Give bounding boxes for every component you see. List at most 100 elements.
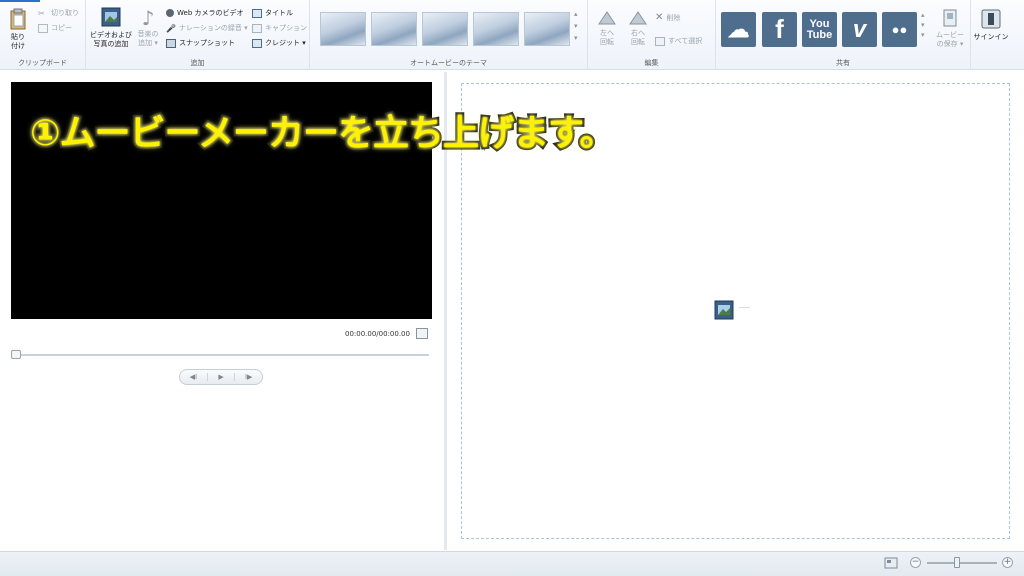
rotate-left-icon bbox=[598, 11, 616, 25]
add-music-label-1: 音楽の bbox=[137, 30, 159, 38]
seek-bar[interactable] bbox=[11, 354, 429, 356]
save-movie-label-1: ムービー bbox=[936, 31, 964, 39]
next-frame-button[interactable]: I▶ bbox=[234, 373, 262, 381]
clipboard-icon bbox=[10, 8, 26, 30]
film-photo-icon bbox=[101, 7, 121, 27]
rotate-left-button[interactable]: 左へ 回転 bbox=[596, 8, 618, 47]
add-media-icon[interactable] bbox=[714, 300, 734, 320]
fullscreen-preview-button[interactable] bbox=[416, 328, 428, 339]
onedrive-share-button[interactable]: ☁ bbox=[721, 12, 756, 47]
select-all-button[interactable]: すべて選択 bbox=[655, 36, 702, 46]
add-videos-photos-button[interactable]: ビデオおよび 写真の追加 bbox=[88, 6, 134, 49]
add-music-button[interactable]: ♪ 音楽の 追加 ▾ bbox=[135, 6, 161, 48]
paste-label-2: 付け bbox=[11, 42, 25, 50]
snapshot-label: スナップショット bbox=[179, 39, 235, 47]
rotate-left-label-1: 左へ bbox=[600, 29, 614, 37]
youtube-share-button[interactable]: You Tube bbox=[802, 12, 837, 47]
webcam-video-button[interactable]: Web カメラのビデオ bbox=[166, 8, 244, 18]
cut-label: 切り取り bbox=[51, 9, 79, 17]
select-all-icon bbox=[655, 36, 665, 46]
save-movie-label-2: の保存 ▾ bbox=[936, 40, 964, 48]
seek-thumb[interactable] bbox=[11, 350, 21, 359]
credits-label: クレジット ▾ bbox=[265, 39, 306, 47]
theme-thumb-1[interactable] bbox=[320, 12, 366, 46]
zoom-slider-thumb[interactable] bbox=[954, 557, 960, 568]
title-label: タイトル bbox=[265, 9, 293, 17]
copy-button[interactable]: コピー bbox=[38, 23, 72, 33]
play-button[interactable]: ▶ bbox=[206, 373, 235, 381]
timecode: 00:00.00/00:00.00 bbox=[345, 330, 410, 338]
zoom-out-button[interactable]: − bbox=[910, 557, 921, 568]
flickr-share-button[interactable]: ●● bbox=[882, 12, 917, 47]
zoom-in-button[interactable]: + bbox=[1002, 557, 1013, 568]
share-group: ☁ f You Tube v ●● ▴ ▾ ▾ ムービー の保存 ▾ 共有 bbox=[716, 0, 971, 70]
copy-icon bbox=[38, 23, 48, 33]
microphone-icon: 🎤 bbox=[166, 23, 176, 33]
delete-button[interactable]: ✕ 削除 bbox=[655, 12, 680, 23]
edit-group-label: 編集 bbox=[644, 59, 659, 67]
webcam-icon bbox=[166, 9, 174, 17]
paste-label-1: 貼り bbox=[11, 33, 25, 41]
flickr-icon: ●● bbox=[891, 22, 908, 37]
edit-group: 左へ 回転 右へ 回転 ✕ 削除 すべて選択 編集 bbox=[588, 0, 716, 70]
music-note-icon: ♪ bbox=[141, 6, 155, 30]
thumbnail-size-icon[interactable] bbox=[884, 557, 898, 569]
snapshot-icon bbox=[166, 38, 176, 48]
rotate-right-icon bbox=[629, 11, 647, 25]
facebook-share-button[interactable]: f bbox=[762, 12, 797, 47]
theme-thumb-3[interactable] bbox=[422, 12, 468, 46]
select-all-label: すべて選択 bbox=[668, 37, 703, 45]
rotate-right-label-2: 回転 bbox=[631, 38, 645, 46]
youtube-icon-top: You bbox=[809, 17, 830, 30]
theme-thumb-4[interactable] bbox=[473, 12, 519, 46]
add-group: ビデオおよび 写真の追加 ♪ 音楽の 追加 ▾ Web カメラのビデオ 🎤 ナレ… bbox=[86, 0, 310, 70]
caption-label: キャプション bbox=[265, 24, 307, 32]
rotate-left-label-2: 回転 bbox=[600, 38, 614, 46]
share-group-label: 共有 bbox=[836, 59, 850, 67]
tutorial-caption: ①ムービーメーカーを立ち上げます。 bbox=[27, 111, 617, 157]
save-movie-button[interactable]: ムービー の保存 ▾ bbox=[932, 8, 968, 49]
theme-thumb-5[interactable] bbox=[524, 12, 570, 46]
add-music-label-2: 追加 ▾ bbox=[138, 39, 158, 47]
zoom-slider[interactable] bbox=[927, 562, 997, 564]
signin-icon bbox=[981, 9, 1001, 29]
themes-scroll-up[interactable]: ▴ bbox=[574, 10, 578, 18]
clipboard-group: 貼り 付け ✂ 切り取り コピー クリップボード bbox=[0, 0, 86, 70]
cut-button[interactable]: ✂ 切り取り bbox=[38, 8, 79, 18]
delete-x-icon: ✕ bbox=[655, 12, 664, 23]
add-group-label: 追加 bbox=[190, 59, 205, 67]
playback-controls: ◀I ▶ I▶ bbox=[179, 369, 263, 385]
scissors-icon: ✂ bbox=[38, 8, 45, 18]
themes-scroll-down[interactable]: ▾ bbox=[574, 22, 578, 30]
title-icon bbox=[252, 8, 262, 18]
delete-label: 削除 bbox=[666, 13, 681, 22]
credits-icon bbox=[252, 38, 262, 48]
webcam-label: Web カメラのビデオ bbox=[177, 9, 244, 17]
add-videos-label-2: 写真の追加 bbox=[93, 40, 129, 48]
rotate-right-button[interactable]: 右へ 回転 bbox=[627, 8, 649, 47]
storyboard-hint: ────── bbox=[739, 306, 750, 310]
add-videos-label-1: ビデオおよび bbox=[90, 31, 132, 39]
previous-frame-button[interactable]: ◀I bbox=[180, 373, 207, 381]
facebook-icon: f bbox=[775, 14, 784, 44]
caption-button[interactable]: キャプション bbox=[252, 23, 307, 33]
title-button[interactable]: タイトル bbox=[252, 8, 293, 18]
caption-icon bbox=[252, 23, 262, 33]
paste-button[interactable]: 貼り 付け bbox=[5, 8, 31, 51]
ribbon: 貼り 付け ✂ 切り取り コピー クリップボード ビデオおよび 写真の追加 ♪ … bbox=[0, 0, 1024, 70]
clipboard-group-label: クリップボード bbox=[18, 59, 67, 67]
vimeo-share-button[interactable]: v bbox=[842, 12, 877, 47]
automovie-group-label: オートムービーのテーマ bbox=[410, 59, 487, 67]
cloud-icon: ☁ bbox=[727, 16, 750, 42]
status-bar bbox=[0, 551, 1024, 576]
themes-more[interactable]: ▾ bbox=[574, 34, 578, 42]
rotate-right-label-1: 右へ bbox=[631, 29, 645, 37]
record-narration-button[interactable]: 🎤 ナレーションの録音 ▾ bbox=[166, 23, 248, 33]
save-movie-icon bbox=[943, 9, 957, 27]
share-scroll[interactable]: ▴ ▾ ▾ bbox=[921, 10, 925, 40]
snapshot-button[interactable]: スナップショット bbox=[166, 38, 235, 48]
credits-button[interactable]: クレジット ▾ bbox=[252, 38, 306, 48]
signin-button[interactable]: サインイン bbox=[972, 8, 1010, 42]
theme-thumb-2[interactable] bbox=[371, 12, 417, 46]
vimeo-icon: v bbox=[852, 15, 867, 43]
